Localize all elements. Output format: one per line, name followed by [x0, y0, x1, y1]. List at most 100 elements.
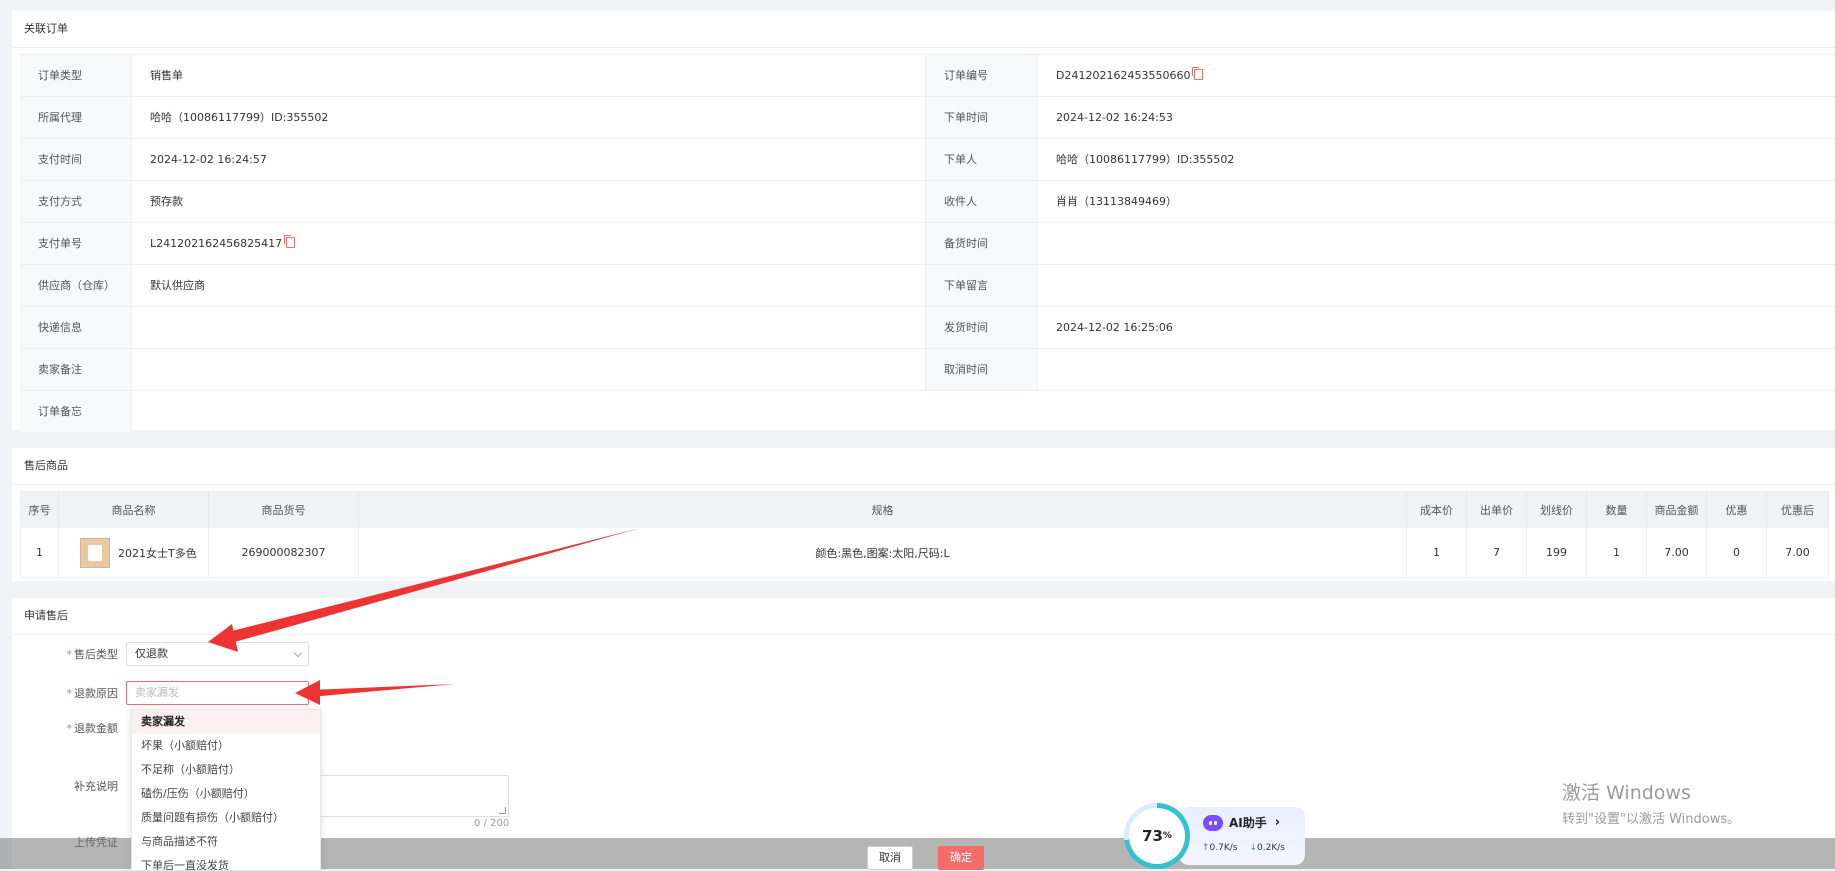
cell-discount: 0 [1706, 527, 1767, 578]
info-label: 支付时间 [20, 139, 132, 180]
order-number-text: D241202162453550660 [1056, 69, 1191, 82]
dropdown-option[interactable]: 与商品描述不符 [132, 830, 320, 854]
order-info-grid: 订单类型 销售单 订单编号 D241202162453550660 所属代理 哈… [20, 54, 1835, 433]
info-value [132, 307, 926, 348]
info-value [1038, 223, 1835, 264]
info-value: 2024-12-02 16:24:53 [1056, 111, 1173, 124]
info-label: 收件人 [926, 181, 1038, 222]
order-panel-title: 关联订单 [12, 11, 1835, 48]
column-header: 优惠后 [1766, 491, 1829, 528]
info-label: 所属代理 [20, 97, 132, 138]
copy-icon[interactable] [1192, 67, 1204, 80]
info-value: 默认供应商 [132, 265, 926, 306]
dropdown-option[interactable]: 不足称（小额赔付） [132, 758, 320, 782]
info-label: 订单类型 [20, 55, 132, 96]
info-value: 2024-12-02 16:25:06 [1056, 321, 1173, 334]
aftersale-type-select[interactable]: 仅退款 [126, 642, 309, 666]
ai-assistant-title[interactable]: AI助手 › [1203, 814, 1280, 831]
column-header: 序号 [20, 491, 59, 528]
payment-number-text: L241202162456825417 [150, 237, 283, 250]
info-label: 快递信息 [20, 307, 132, 348]
refund-reason-select[interactable]: 卖家漏发 [126, 681, 309, 705]
column-header: 优惠 [1706, 491, 1767, 528]
info-row: 支付方式 预存款 收件人 肖肖（13113849469） [20, 181, 1835, 223]
aftersale-type-label: * 售后类型 [66, 648, 119, 661]
info-label: 支付单号 [20, 223, 132, 264]
watermark-line1: 激活 Windows [1562, 782, 1691, 804]
products-panel: 售后商品 序号 商品名称 商品货号 规格 成本价 出单价 划线价 数量 商品金额… [12, 448, 1835, 581]
dropdown-option[interactable]: 卖家漏发 [132, 710, 320, 734]
arrow-up-icon: ↑ [1202, 843, 1210, 853]
info-row: 支付单号 L241202162456825417 备货时间 [20, 223, 1835, 265]
arrow-down-icon: ↓ [1249, 843, 1258, 853]
payment-number-value: L241202162456825417 [132, 223, 926, 264]
refund-reason-label: * 退款原因 [66, 687, 119, 700]
confirm-button[interactable]: 确定 [938, 846, 984, 870]
upload-speed: ↑0.7K/s [1202, 843, 1238, 853]
product-name: 2021女士T多色 [60, 537, 207, 568]
table-row: 1 2021女士T多色 269000082307 颜色:黑色,图案:太阳,尺码:… [20, 527, 1829, 578]
cell-price: 7 [1466, 527, 1527, 578]
info-label: 支付方式 [20, 181, 132, 222]
required-mark: * [66, 722, 73, 735]
note-row: 补充说明 [12, 778, 126, 794]
info-label: 下单留言 [926, 265, 1038, 306]
cpu-usage-ring[interactable]: 73% [1124, 803, 1190, 869]
info-value: 哈哈（10086117799）ID:355502 [1056, 153, 1235, 166]
products-panel-title: 售后商品 [12, 448, 1835, 485]
cell-sku: 269000082307 [208, 527, 359, 578]
column-header: 出单价 [1466, 491, 1527, 528]
resize-handle-icon[interactable] [499, 807, 506, 814]
ai-assistant-widget[interactable]: AI助手 › ↑0.7K/s ↓0.2K/s 73% [1124, 803, 1305, 869]
column-header: 划线价 [1526, 491, 1587, 528]
product-name-text: 2021女士T多色 [118, 546, 197, 560]
refund-reason-row: * 退款原因 卖家漏发 [12, 681, 309, 705]
dropdown-option[interactable]: 下单后一直没发货 [132, 854, 320, 870]
products-table: 序号 商品名称 商品货号 规格 成本价 出单价 划线价 数量 商品金额 优惠 优… [20, 491, 1829, 578]
cell-list-price: 199 [1526, 527, 1587, 578]
chevron-right-icon: › [1274, 815, 1281, 830]
info-value: 哈哈（10086117799）ID:355502 [132, 97, 926, 138]
required-mark: * [66, 648, 73, 661]
column-header: 成本价 [1406, 491, 1467, 528]
info-label: 取消时间 [926, 349, 1038, 390]
info-label: 发货时间 [926, 307, 1038, 348]
refund-reason-dropdown: 卖家漏发 坏果（小额赔付） 不足称（小额赔付） 磕伤/压伤（小额赔付） 质量问题… [131, 709, 321, 871]
note-label: 补充说明 [74, 780, 118, 793]
info-value: 销售单 [132, 55, 926, 96]
info-label: 下单人 [926, 139, 1038, 180]
info-row: 订单类型 销售单 订单编号 D241202162453550660 [20, 55, 1835, 97]
product-thumbnail [80, 537, 110, 568]
dropdown-option[interactable]: 坏果（小额赔付） [132, 734, 320, 758]
info-label: 供应商（仓库） [20, 265, 132, 306]
info-value [1038, 265, 1835, 306]
dropdown-option[interactable]: 磕伤/压伤（小额赔付） [132, 782, 320, 806]
windows-activation-watermark: 激活 Windows 转到"设置"以激活 Windows。 [1562, 778, 1740, 827]
column-header: 商品名称 [58, 491, 209, 528]
dropdown-option[interactable]: 质量问题有损伤（小额赔付） [132, 806, 320, 830]
column-header: 规格 [358, 491, 1407, 528]
chevron-down-icon [293, 648, 303, 658]
info-value [132, 349, 926, 390]
cell-spec: 颜色:黑色,图案:太阳,尺码:L [358, 527, 1407, 578]
ai-assistant-card[interactable]: AI助手 › ↑0.7K/s ↓0.2K/s [1179, 807, 1305, 865]
cell-after-discount: 7.00 [1766, 527, 1829, 578]
copy-icon[interactable] [284, 235, 296, 248]
refund-amount-label: * 退款金额 [66, 722, 119, 735]
ai-logo-icon [1203, 814, 1223, 831]
info-label: 订单编号 [926, 55, 1038, 96]
info-value [132, 391, 1835, 432]
info-row: 卖家备注 取消时间 [20, 349, 1835, 391]
cancel-button[interactable]: 取消 [867, 846, 913, 870]
cpu-usage-value: 73% [1129, 808, 1185, 864]
column-header: 数量 [1586, 491, 1647, 528]
info-value: 2024-12-02 16:24:57 [132, 139, 926, 180]
apply-panel-title: 申请售后 [12, 598, 1835, 635]
info-value [1038, 349, 1835, 390]
info-row: 订单备忘 [20, 391, 1835, 433]
refund-amount-row: * 退款金额 [12, 720, 126, 736]
info-row: 所属代理 哈哈（10086117799）ID:355502 下单时间 2024-… [20, 97, 1835, 139]
info-value: 预存款 [132, 181, 926, 222]
info-label: 下单时间 [926, 97, 1038, 138]
aftersale-type-row: * 售后类型 仅退款 [12, 642, 309, 666]
